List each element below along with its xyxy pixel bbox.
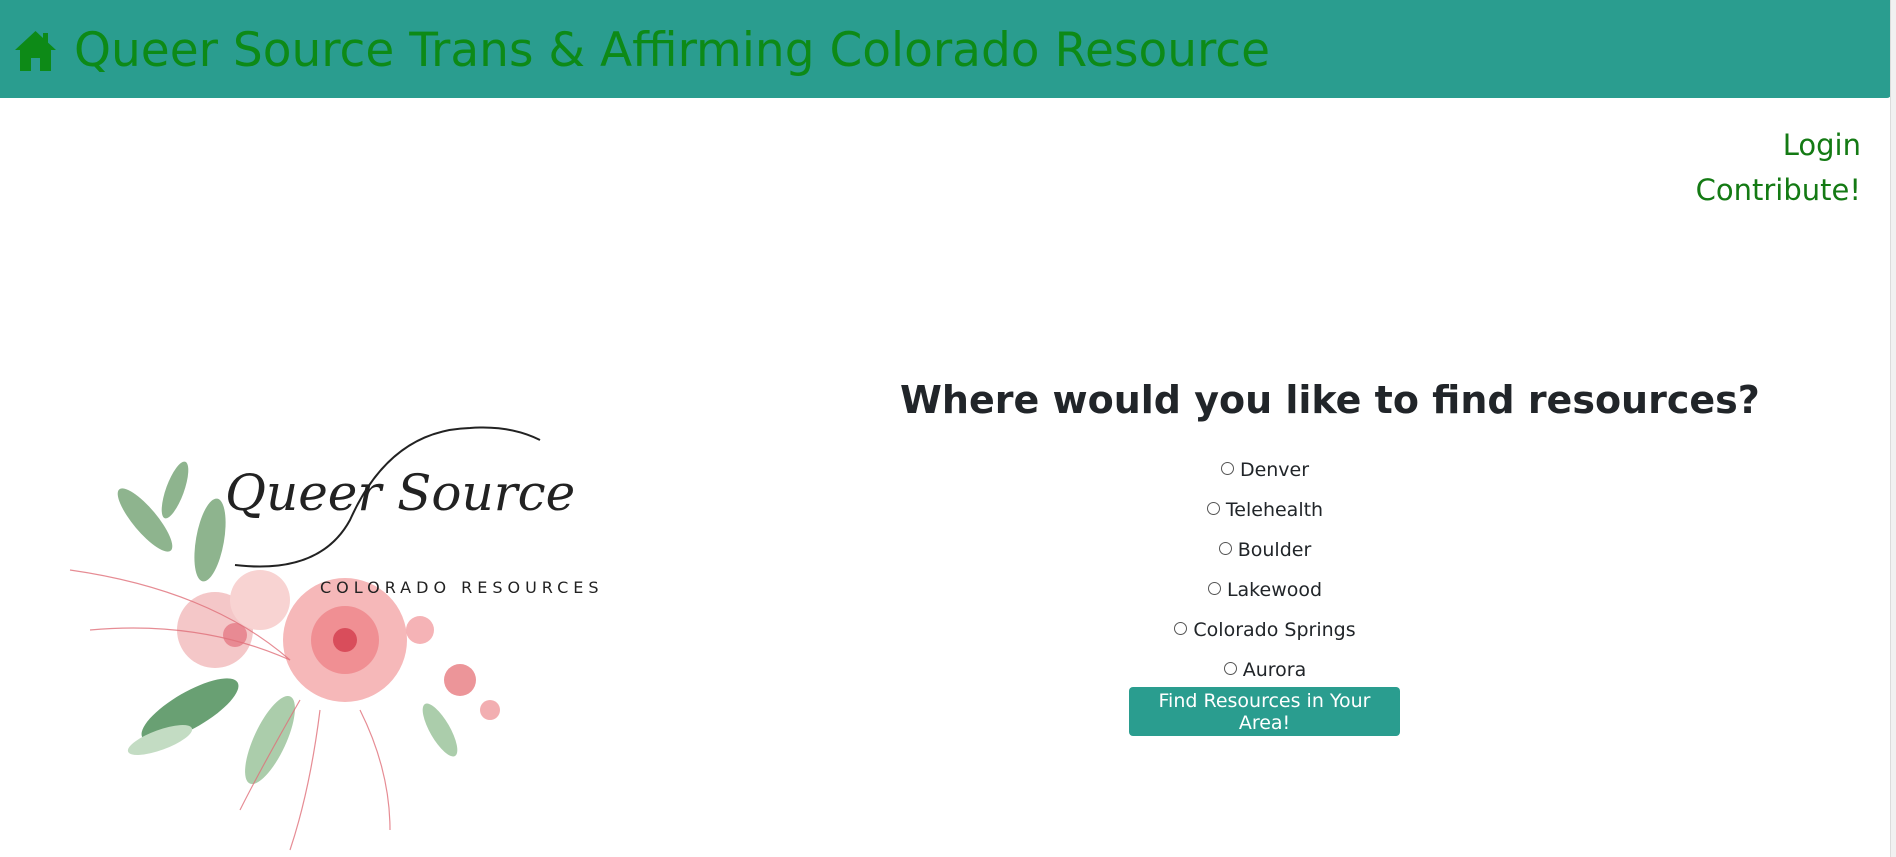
option-label: Denver [1239,459,1310,481]
queer-source-logo: Queer Source COLORADO RESOURCES [69,426,604,851]
radio-denver[interactable] [1220,461,1234,475]
option-label: Lakewood [1226,579,1323,601]
option-label: Telehealth [1225,499,1324,521]
option-denver[interactable]: Denver [1000,450,1530,490]
page: Queer Source Trans & Affirming Colorado … [0,0,1891,857]
site-header: Queer Source Trans & Affirming Colorado … [0,0,1891,98]
page-scrollbar[interactable] [1890,0,1896,857]
contribute-link[interactable]: Contribute! [1696,173,1861,207]
location-options: Denver Telehealth Boulder Lakewood Color… [1000,450,1530,690]
option-boulder[interactable]: Boulder [1000,530,1530,570]
logo-script-text: Queer Source [225,464,575,522]
option-label: Boulder [1237,539,1312,561]
radio-aurora[interactable] [1223,661,1237,675]
resource-question: Where would you like to find resources? [900,378,1760,422]
logo-subtitle: COLORADO RESOURCES [320,578,604,597]
option-lakewood[interactable]: Lakewood [1000,570,1530,610]
site-title[interactable]: Queer Source Trans & Affirming Colorado … [74,20,1270,82]
find-resources-button[interactable]: Find Resources in Your Area! [1129,687,1400,736]
login-link[interactable]: Login [1783,128,1861,162]
option-label: Aurora [1242,659,1307,681]
radio-telehealth[interactable] [1206,501,1220,515]
option-telehealth[interactable]: Telehealth [1000,490,1530,530]
radio-boulder[interactable] [1218,541,1232,555]
radio-lakewood[interactable] [1207,581,1221,595]
option-label: Colorado Springs [1193,619,1356,641]
home-icon[interactable] [13,29,58,73]
option-aurora[interactable]: Aurora [1000,650,1530,690]
option-colorado-springs[interactable]: Colorado Springs [1000,610,1530,650]
radio-colorado-springs[interactable] [1174,621,1188,635]
